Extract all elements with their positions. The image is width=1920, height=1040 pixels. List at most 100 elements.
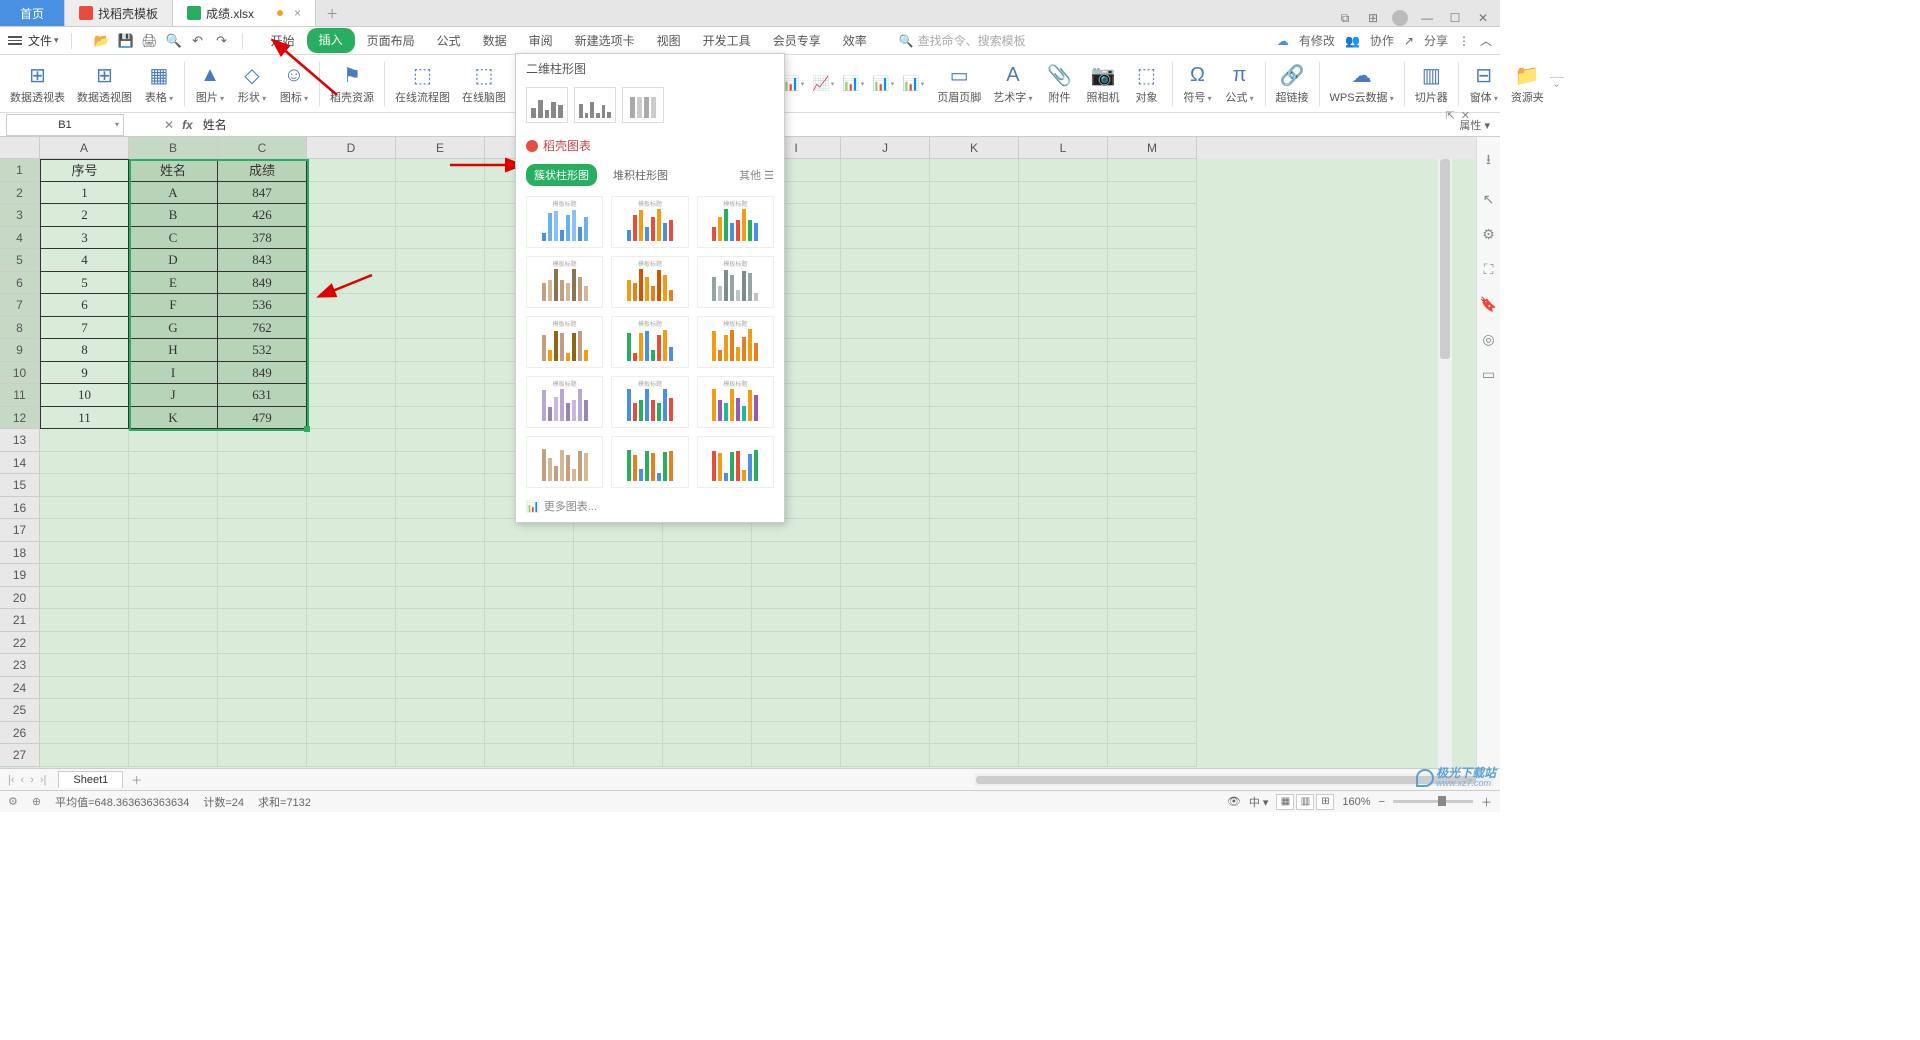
cell[interactable] <box>396 744 485 767</box>
cell[interactable] <box>841 182 930 205</box>
chart-type-btn-9[interactable]: 📊▾ <box>899 72 927 96</box>
ribbon-对象[interactable]: ⬚对象 <box>1126 57 1168 111</box>
cell[interactable] <box>841 272 930 295</box>
ribbon-公式[interactable]: π公式 <box>1219 57 1261 111</box>
cell[interactable] <box>218 497 307 520</box>
last-sheet-icon[interactable]: ›| <box>38 774 49 786</box>
tab-home[interactable]: 首页 <box>0 0 65 26</box>
ribbon-图标[interactable]: ☺图标 <box>273 57 315 111</box>
chart-template-12[interactable] <box>526 436 603 488</box>
cell[interactable] <box>930 722 1019 745</box>
ribbon-资源夹[interactable]: 📁资源夹 <box>1505 57 1550 111</box>
cell[interactable] <box>663 632 752 655</box>
menu-tab-2[interactable]: 页面布局 <box>357 28 425 53</box>
chart-template-4[interactable]: 模板标题 <box>611 256 688 308</box>
share-button[interactable]: 分享 <box>1424 32 1448 49</box>
settings-icon[interactable]: ⚙ <box>1482 226 1495 243</box>
cell[interactable] <box>485 699 574 722</box>
cell[interactable] <box>1019 677 1108 700</box>
cell[interactable] <box>752 609 841 632</box>
cell[interactable] <box>1108 564 1197 587</box>
cell[interactable] <box>930 654 1019 677</box>
cell[interactable] <box>396 474 485 497</box>
zoom-handle[interactable] <box>1438 796 1446 806</box>
cell[interactable] <box>574 542 663 565</box>
cell[interactable] <box>485 632 574 655</box>
cell[interactable] <box>841 564 930 587</box>
cell[interactable] <box>752 722 841 745</box>
collapse-ribbon-icon[interactable]: ︿ <box>1480 32 1492 49</box>
cell[interactable] <box>485 609 574 632</box>
col-header-C[interactable]: C <box>218 137 307 159</box>
ribbon-照相机[interactable]: 📷照相机 <box>1081 57 1126 111</box>
cell[interactable] <box>307 407 396 430</box>
cell[interactable] <box>841 407 930 430</box>
cell[interactable] <box>1019 159 1108 182</box>
cell[interactable]: 847 <box>218 182 307 205</box>
cell[interactable] <box>1019 362 1108 385</box>
ribbon-形状[interactable]: ◇形状 <box>231 57 273 111</box>
unsaved-label[interactable]: 有修改 <box>1299 32 1335 49</box>
open-icon[interactable]: 📂 <box>94 33 110 49</box>
col-header-J[interactable]: J <box>841 137 930 159</box>
cell[interactable] <box>218 587 307 610</box>
row-header-18[interactable]: 18 <box>0 542 40 565</box>
menu-tab-9[interactable]: 会员专享 <box>763 28 831 53</box>
cell[interactable] <box>930 362 1019 385</box>
cell[interactable] <box>40 654 129 677</box>
chart-template-0[interactable]: 模板标题 <box>526 196 603 248</box>
cell[interactable] <box>485 587 574 610</box>
cell[interactable] <box>1019 339 1108 362</box>
cell[interactable] <box>485 654 574 677</box>
row-header-7[interactable]: 7 <box>0 294 40 317</box>
cell[interactable] <box>129 452 218 475</box>
row-header-11[interactable]: 11 <box>0 384 40 407</box>
cell[interactable] <box>574 699 663 722</box>
more-icon[interactable]: ⋮ <box>1458 34 1470 48</box>
more-charts-link[interactable]: 📊更多图表... <box>516 492 784 516</box>
cell[interactable] <box>1019 294 1108 317</box>
cell[interactable] <box>1108 722 1197 745</box>
cell[interactable] <box>396 677 485 700</box>
print-icon[interactable]: 🖨 <box>142 33 158 49</box>
ribbon-在线流程图[interactable]: ⬚在线流程图 <box>389 57 456 111</box>
cell[interactable] <box>218 609 307 632</box>
cell[interactable] <box>574 677 663 700</box>
cell[interactable] <box>1019 407 1108 430</box>
cell[interactable] <box>930 317 1019 340</box>
cell[interactable] <box>218 654 307 677</box>
cell[interactable] <box>40 632 129 655</box>
cell[interactable] <box>574 632 663 655</box>
col-header-A[interactable]: A <box>40 137 129 159</box>
cell[interactable]: 4 <box>40 249 129 272</box>
percent-stacked-preview[interactable] <box>622 87 664 123</box>
cell[interactable]: E <box>129 272 218 295</box>
chart-template-10[interactable]: 模板标题 <box>611 376 688 428</box>
cell[interactable] <box>307 384 396 407</box>
chart-template-8[interactable]: 模板标题 <box>697 316 774 368</box>
row-header-15[interactable]: 15 <box>0 474 40 497</box>
cell[interactable] <box>663 542 752 565</box>
cell[interactable] <box>129 632 218 655</box>
row-header-13[interactable]: 13 <box>0 429 40 452</box>
ribbon-WPS云数据[interactable]: ☁WPS云数据 <box>1324 57 1400 111</box>
cell[interactable] <box>307 182 396 205</box>
cell[interactable] <box>1019 497 1108 520</box>
cell[interactable]: 10 <box>40 384 129 407</box>
row-header-25[interactable]: 25 <box>0 699 40 722</box>
cell[interactable] <box>752 564 841 587</box>
add-sheet-button[interactable]: ＋ <box>123 772 150 788</box>
book-icon[interactable]: ▭ <box>1482 366 1495 383</box>
add-tab-button[interactable]: ＋ <box>316 0 348 26</box>
row-header-19[interactable]: 19 <box>0 564 40 587</box>
cell[interactable]: 631 <box>218 384 307 407</box>
cell[interactable] <box>307 632 396 655</box>
sheet-tab[interactable]: Sheet1 <box>58 771 123 788</box>
cell[interactable] <box>307 474 396 497</box>
ribbon-图片[interactable]: ▲图片 <box>189 57 231 111</box>
cell[interactable] <box>307 519 396 542</box>
cell[interactable]: 序号 <box>40 159 129 182</box>
cell[interactable] <box>396 249 485 272</box>
cell[interactable] <box>307 564 396 587</box>
cell[interactable] <box>129 564 218 587</box>
